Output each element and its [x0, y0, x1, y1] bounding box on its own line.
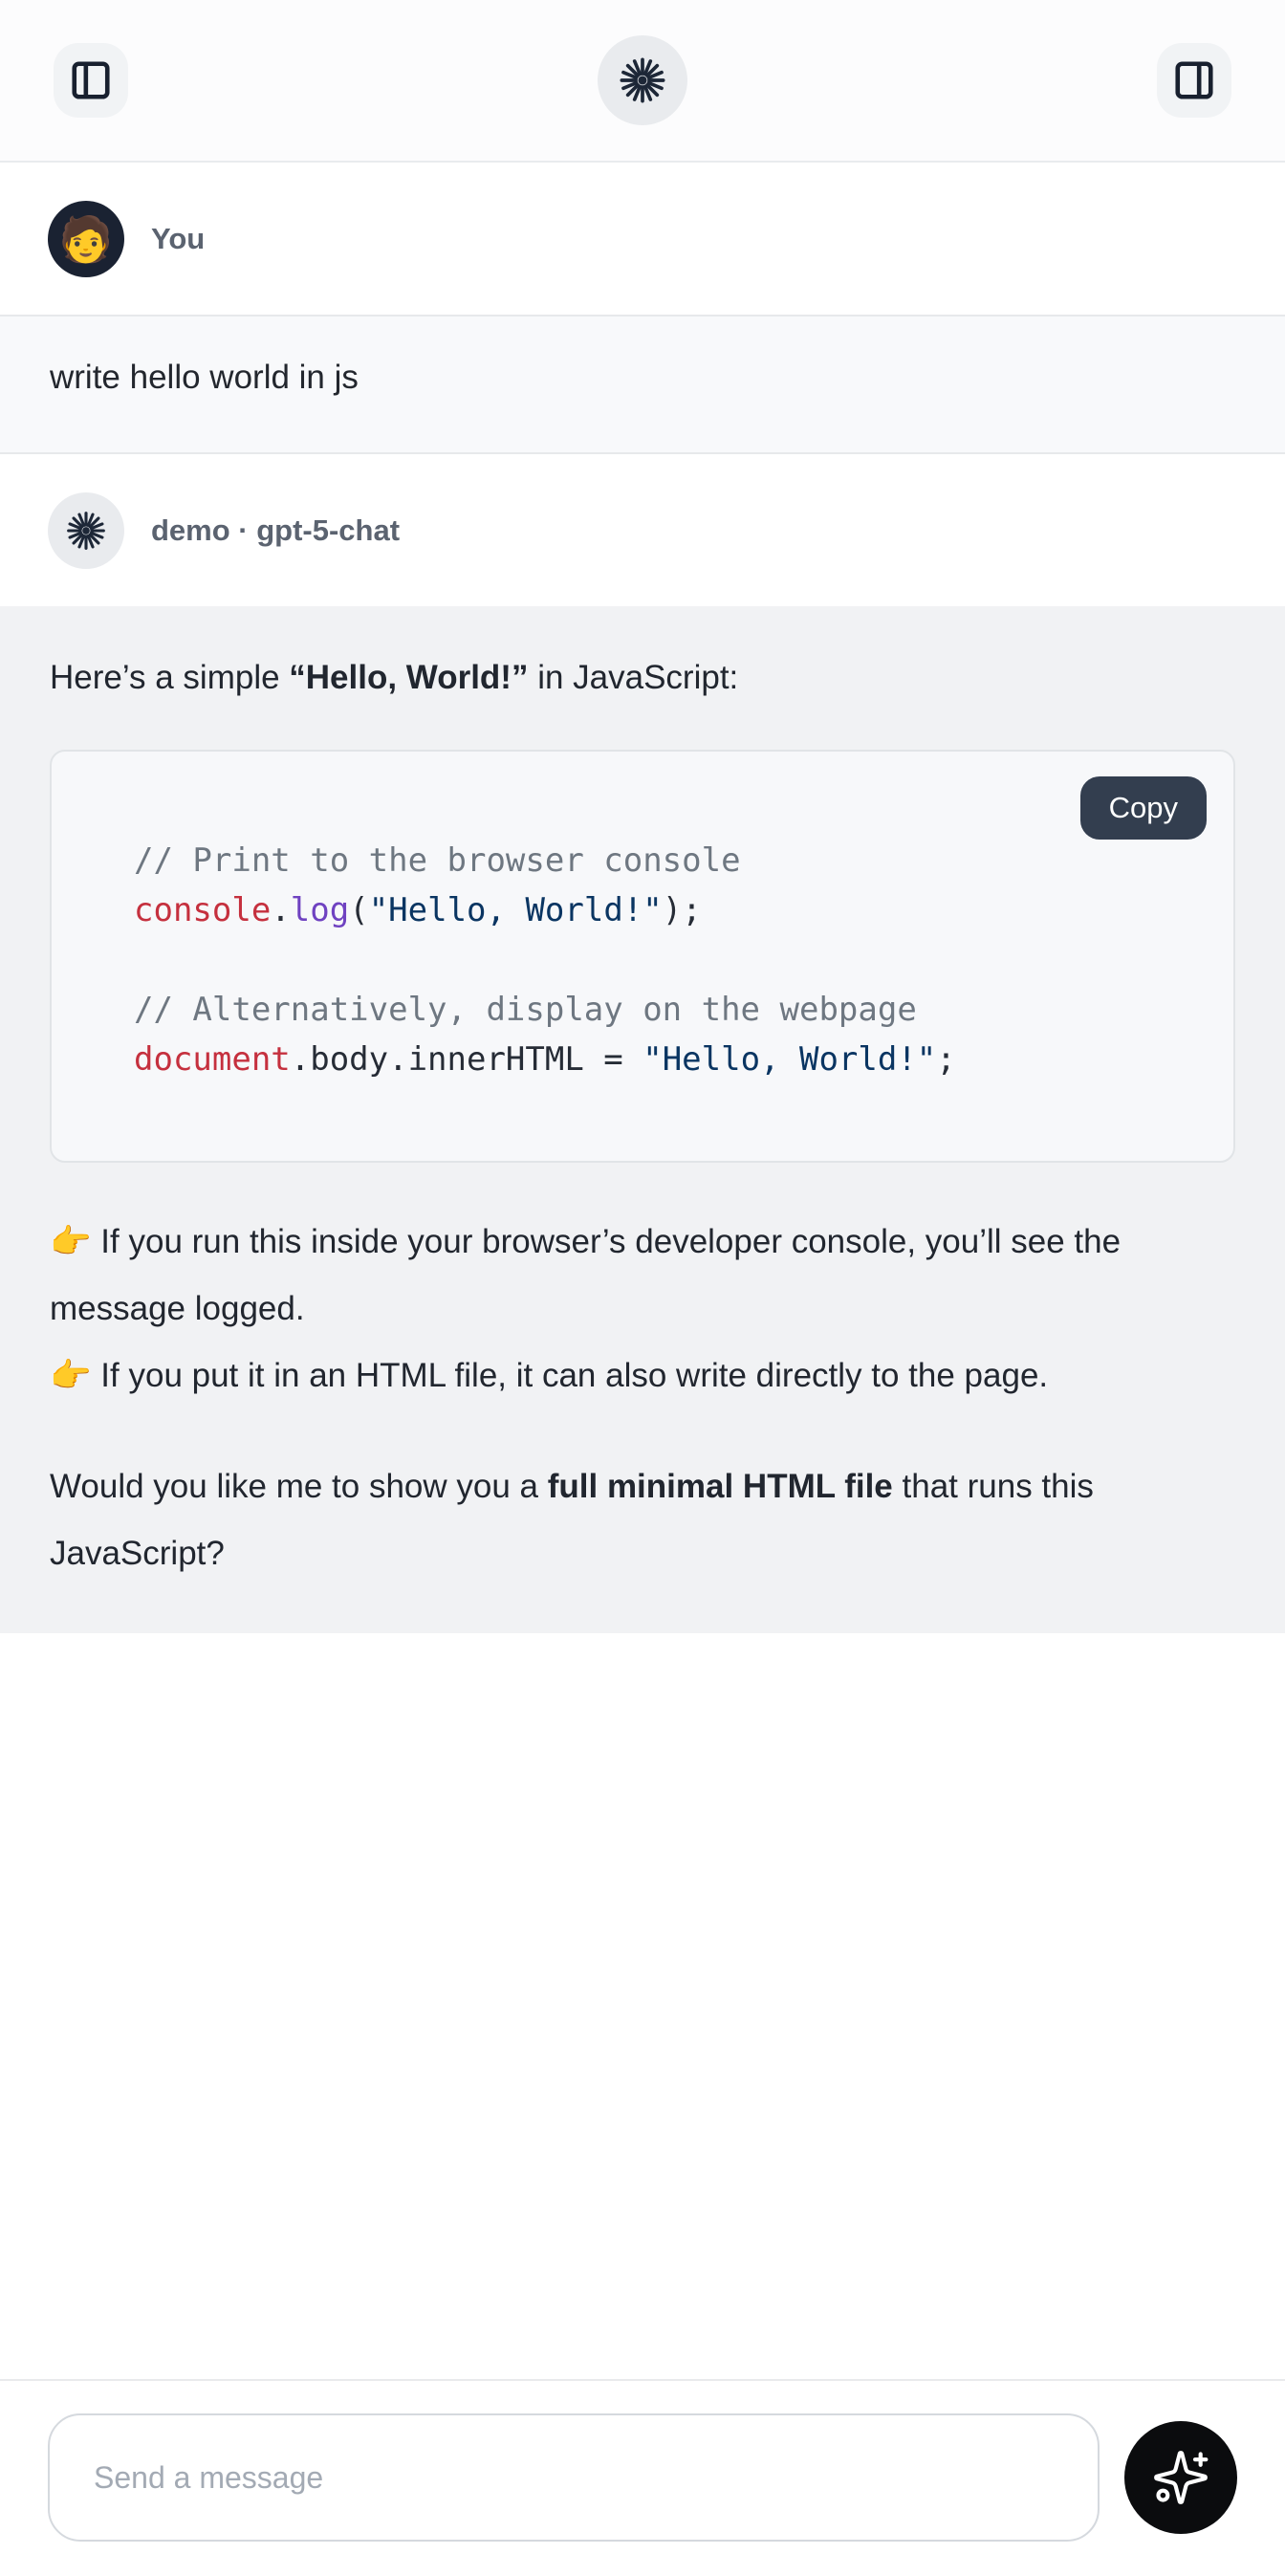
sparkles-icon: [1151, 2448, 1210, 2507]
assistant-avatar: [48, 492, 124, 569]
panel-left-icon: [69, 58, 113, 102]
user-message-text: write hello world in js: [50, 359, 359, 396]
sidebar-toggle-button[interactable]: [54, 43, 128, 118]
user-avatar-emoji: 🧑: [58, 217, 113, 261]
starburst-icon: [618, 55, 667, 105]
assistant-intro-text: Here’s a simple “Hello, World!” in JavaS…: [50, 644, 1226, 711]
assistant-question: Would you like me to show you a full min…: [50, 1453, 1226, 1587]
assistant-message-header: demo · gpt-5-chat: [0, 454, 1285, 606]
message-input[interactable]: [48, 2413, 1100, 2542]
copy-button[interactable]: Copy: [1080, 776, 1207, 840]
assistant-starburst-icon: [65, 510, 107, 552]
app-logo: [598, 35, 687, 125]
note-line: 👉 If you run this inside your browser’s …: [50, 1209, 1226, 1343]
composer: [0, 2379, 1285, 2576]
assistant-notes: 👉 If you run this inside your browser’s …: [50, 1209, 1235, 1409]
user-message-body: write hello world in js: [0, 315, 1285, 454]
assistant-message-body: Here’s a simple “Hello, World!” in JavaS…: [0, 606, 1285, 1633]
user-avatar: 🧑: [48, 201, 124, 277]
secondary-panel-button[interactable]: [1157, 43, 1231, 118]
code-block: Copy // Print to the browser console con…: [50, 750, 1235, 1163]
assistant-author-label: demo · gpt-5-chat: [151, 513, 400, 548]
note-line: 👉 If you put it in an HTML file, it can …: [50, 1343, 1226, 1409]
code-content: // Print to the browser console console.…: [134, 836, 1199, 1084]
user-author-label: You: [151, 222, 205, 256]
panel-right-icon: [1172, 58, 1216, 102]
app-header: [0, 0, 1285, 163]
user-message-header: 🧑 You: [0, 163, 1285, 315]
chat-scroll-spacer: [0, 1633, 1285, 2379]
send-button[interactable]: [1124, 2421, 1237, 2534]
